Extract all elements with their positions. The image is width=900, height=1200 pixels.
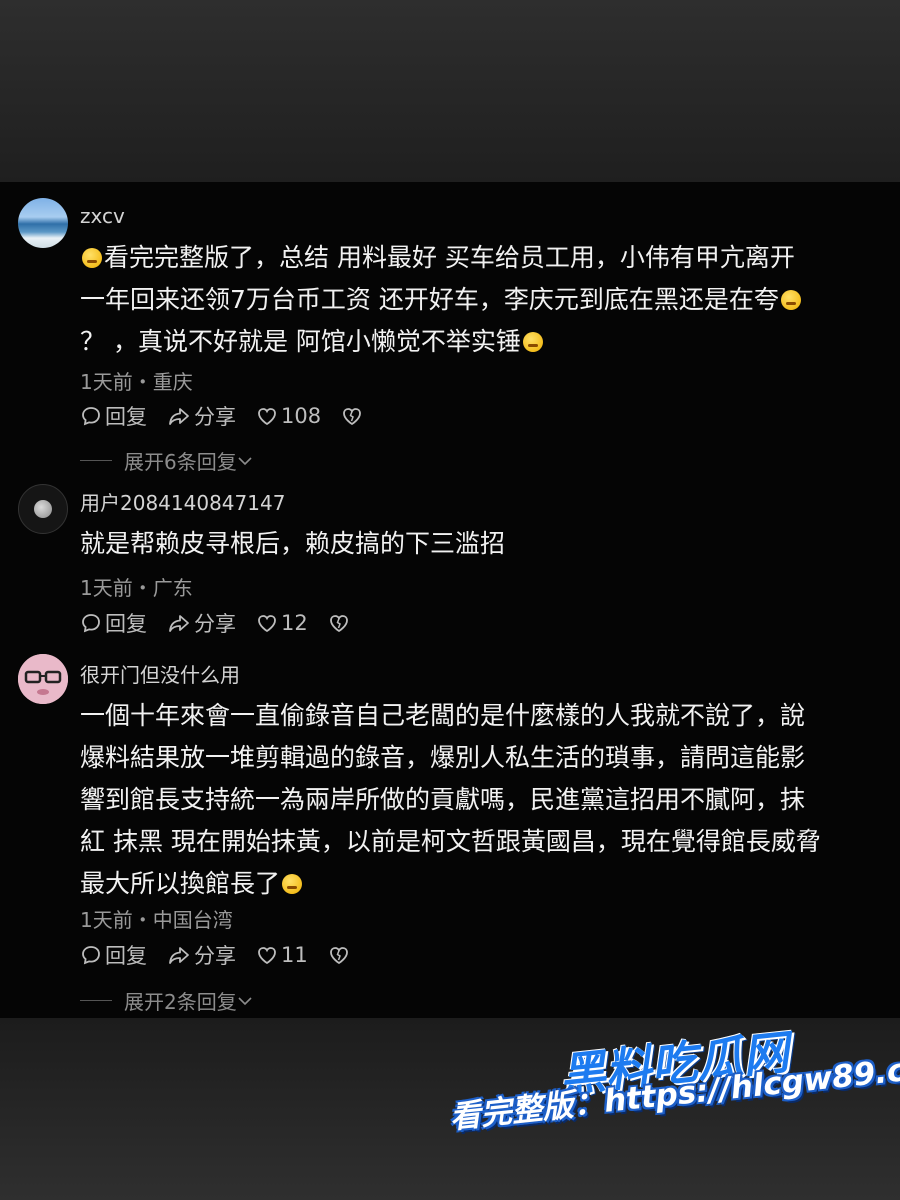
comment-text: 一個十年來會一直偷錄音自己老闆的是什麼樣的人我就不說了，說 爆料結果放一堆剪輯過… bbox=[80, 701, 821, 898]
top-blank-area bbox=[0, 0, 900, 182]
dislike-button[interactable] bbox=[328, 945, 353, 965]
chevron-down-icon bbox=[238, 456, 252, 465]
expand-replies-button[interactable]: 展开2条回复 bbox=[80, 986, 253, 1015]
like-button[interactable]: 12 bbox=[256, 611, 308, 635]
share-arrow-icon bbox=[169, 408, 189, 425]
like-count: 11 bbox=[281, 943, 308, 967]
comment-actions: 回复 分享 12 bbox=[80, 609, 373, 637]
divider-line bbox=[80, 1000, 112, 1001]
comment-text: 就是帮赖皮寻根后，赖皮搞的下三滥招 bbox=[80, 529, 506, 558]
divider-line bbox=[80, 460, 112, 461]
comment-username[interactable]: 用户2084140847147 bbox=[80, 487, 285, 516]
heart-icon bbox=[258, 947, 276, 965]
broken-heart-icon bbox=[343, 408, 361, 426]
like-button[interactable]: 11 bbox=[256, 943, 308, 967]
comment-username[interactable]: zxcv bbox=[80, 204, 125, 228]
like-count: 12 bbox=[281, 611, 308, 635]
broken-heart-icon bbox=[329, 947, 348, 965]
expand-replies-button[interactable]: 展开6条回复 bbox=[80, 446, 253, 475]
user-avatar[interactable] bbox=[18, 484, 68, 534]
heart-icon bbox=[258, 408, 276, 426]
thinking-face-emoji bbox=[82, 248, 102, 268]
grimace-face-emoji bbox=[780, 290, 801, 310]
reply-bubble-icon bbox=[82, 407, 100, 426]
reply-button[interactable]: 回复 bbox=[80, 401, 147, 431]
share-button[interactable]: 分享 bbox=[167, 401, 236, 431]
comment-actions: 回复 分享 108 bbox=[80, 402, 386, 430]
thinking-face-emoji bbox=[522, 332, 543, 352]
comment-list: zxcv 看完完整版了，总结 用料最好 买车给员工用，小伟有甲亢离开 一年回来还… bbox=[0, 182, 900, 1018]
reply-bubble-icon bbox=[82, 614, 100, 633]
reply-button[interactable]: 回复 bbox=[80, 940, 147, 970]
share-arrow-icon bbox=[169, 947, 189, 964]
user-avatar[interactable] bbox=[18, 654, 68, 704]
like-button[interactable]: 108 bbox=[256, 404, 321, 428]
comment-actions: 回复 分享 11 bbox=[80, 941, 373, 969]
comment-text: 看完完整版了，总结 用料最好 买车给员工用，小伟有甲亢离开 一年回来还领7万台币… bbox=[80, 237, 892, 363]
heart-icon bbox=[258, 615, 276, 633]
pink-face-avatar-icon bbox=[18, 654, 68, 704]
user-avatar[interactable] bbox=[18, 198, 68, 248]
like-count: 108 bbox=[281, 404, 322, 428]
reply-button[interactable]: 回复 bbox=[80, 608, 147, 638]
broken-heart-icon bbox=[329, 615, 348, 633]
dislike-button[interactable] bbox=[341, 406, 366, 426]
share-button[interactable]: 分享 bbox=[167, 940, 236, 970]
dislike-button[interactable] bbox=[328, 613, 353, 633]
comment-meta: 1天前・重庆 bbox=[80, 370, 193, 394]
share-button[interactable]: 分享 bbox=[167, 608, 236, 638]
share-arrow-icon bbox=[169, 615, 189, 632]
comment-username[interactable]: 很开门但没什么用 bbox=[80, 659, 240, 688]
comment-meta: 1天前・广东 bbox=[80, 576, 193, 600]
grimace-face-emoji bbox=[282, 874, 303, 894]
reply-bubble-icon bbox=[82, 946, 100, 965]
chevron-down-icon bbox=[238, 996, 252, 1005]
comment-meta: 1天前・中国台湾 bbox=[80, 908, 233, 932]
